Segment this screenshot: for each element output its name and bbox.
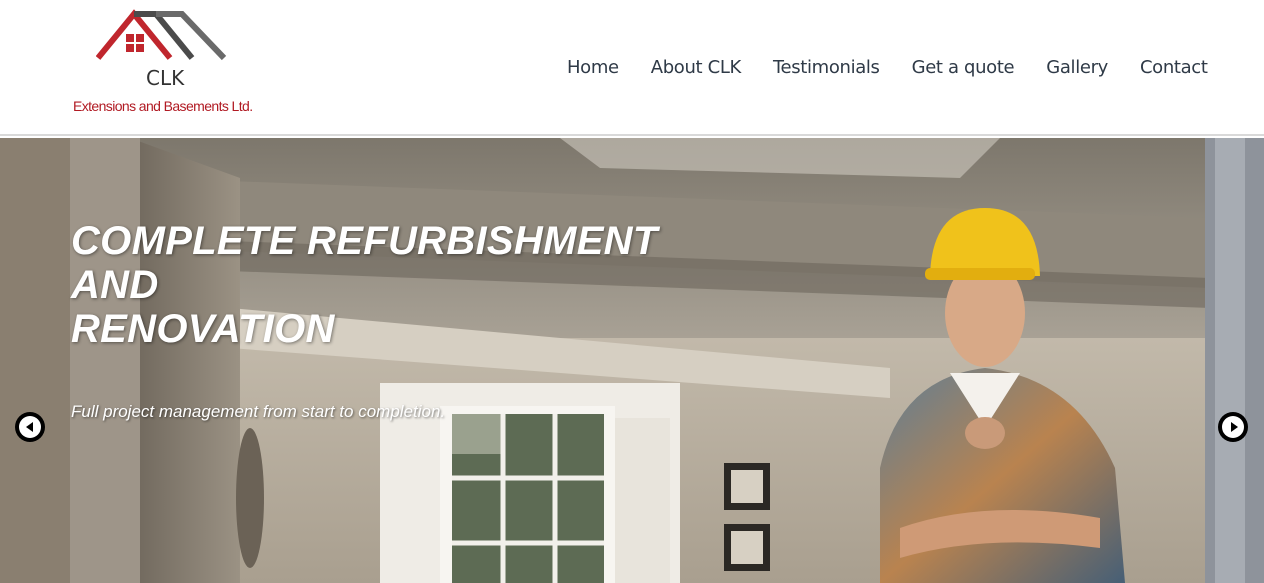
nav-gallery[interactable]: Gallery	[1046, 56, 1108, 80]
site-header: CLK Extensions and Basements Ltd. Home A…	[0, 0, 1264, 136]
hero-background-image	[0, 138, 1264, 583]
main-nav: Home About CLK Testimonials Get a quote …	[567, 56, 1208, 80]
site-logo[interactable]: CLK Extensions and Basements Ltd.	[70, 6, 260, 121]
hero-subtitle: Full project management from start to co…	[71, 402, 446, 421]
chevron-left-icon	[19, 416, 41, 438]
logo-abbreviation: CLK	[146, 66, 185, 90]
nav-testimonials[interactable]: Testimonials	[773, 56, 880, 80]
hero-title-line-3: RENOVATION	[71, 307, 335, 351]
nav-get-a-quote[interactable]: Get a quote	[912, 56, 1015, 80]
logo-tagline: Extensions and Basements Ltd.	[73, 98, 253, 114]
hero-title: COMPLETE REFURBISHMENT AND RENOVATION	[71, 219, 658, 351]
nav-contact[interactable]: Contact	[1140, 56, 1208, 80]
chevron-right-icon	[1222, 416, 1244, 438]
nav-home[interactable]: Home	[567, 56, 619, 80]
hero-title-line-1: COMPLETE REFURBISHMENT	[71, 219, 658, 263]
slider-next-button[interactable]	[1218, 412, 1248, 442]
hero-slider: COMPLETE REFURBISHMENT AND RENOVATION Fu…	[0, 138, 1264, 583]
slider-prev-button[interactable]	[15, 412, 45, 442]
nav-about[interactable]: About CLK	[651, 56, 742, 80]
hero-title-line-2: AND	[71, 263, 159, 307]
roof-logo-icon	[96, 9, 227, 61]
